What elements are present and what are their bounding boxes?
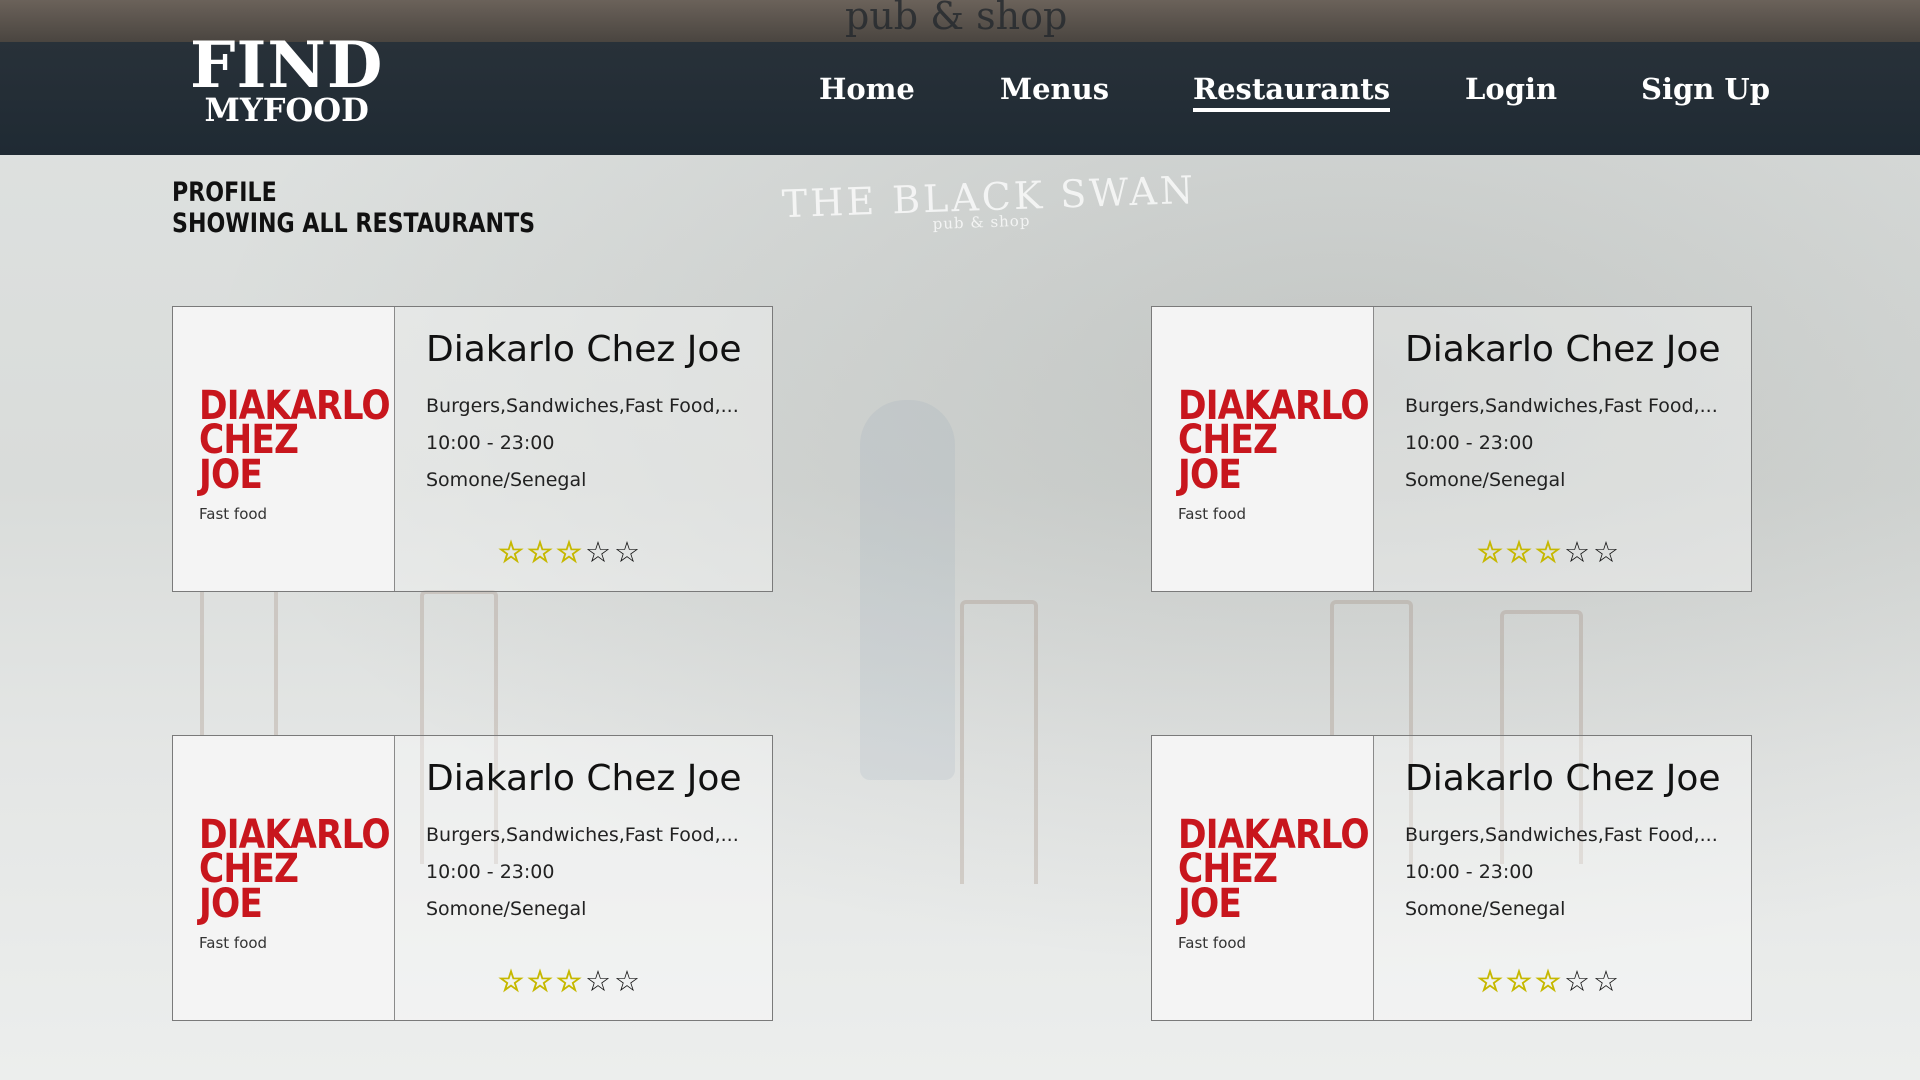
restaurant-hours: 10:00 - 23:00 — [1405, 432, 1534, 454]
restaurant-logo-tagline: Fast food — [1178, 505, 1247, 523]
logo-line-2: MYFOOD — [204, 91, 369, 129]
star-empty-icon: ☆ — [585, 537, 614, 569]
restaurant-logo-wordmark: DIAKARLO CHEZ JOE — [1178, 386, 1370, 495]
restaurant-logo-image[interactable]: DIAKARLO CHEZ JOE Fast food — [173, 736, 395, 1020]
restaurant-cuisines: Burgers,Sandwiches,Fast Food,... — [1405, 824, 1718, 846]
rating-stars: ☆☆☆☆☆ — [1477, 535, 1622, 570]
page-title-line-2: SHOWING ALL RESTAURANTS — [172, 208, 536, 240]
nav-home[interactable]: Home — [819, 72, 915, 106]
restaurant-info: Diakarlo Chez Joe Burgers,Sandwiches,Fas… — [426, 329, 762, 499]
star-empty-icon: ☆ — [614, 966, 643, 998]
restaurant-card[interactable]: DIAKARLO CHEZ JOE Fast food Diakarlo Che… — [172, 735, 773, 1021]
restaurant-card[interactable]: DIAKARLO CHEZ JOE Fast food Diakarlo Che… — [1151, 735, 1752, 1021]
star-filled-icon: ☆ — [498, 966, 527, 999]
restaurant-cuisines: Burgers,Sandwiches,Fast Food,... — [426, 395, 739, 417]
star-filled-icon: ☆ — [527, 966, 556, 999]
restaurant-name[interactable]: Diakarlo Chez Joe — [1405, 758, 1741, 799]
star-filled-icon: ☆ — [1535, 537, 1564, 570]
star-filled-icon: ☆ — [1477, 966, 1506, 999]
restaurant-logo-image[interactable]: DIAKARLO CHEZ JOE Fast food — [1152, 736, 1374, 1020]
nav-sign-up[interactable]: Sign Up — [1641, 72, 1770, 106]
logo-line-1: FIND — [190, 28, 384, 103]
background-sign: THE BLACK SWAN pub & shop — [781, 168, 1197, 238]
nav-login[interactable]: Login — [1465, 72, 1557, 106]
restaurant-name[interactable]: Diakarlo Chez Joe — [426, 758, 762, 799]
star-filled-icon: ☆ — [556, 537, 585, 570]
restaurant-logo-tagline: Fast food — [199, 934, 268, 952]
restaurant-logo-tagline: Fast food — [1178, 934, 1247, 952]
restaurant-logo-wordmark: DIAKARLO CHEZ JOE — [199, 386, 391, 495]
restaurant-location: Somone/Senegal — [426, 469, 587, 491]
nav-restaurants[interactable]: Restaurants — [1193, 72, 1391, 112]
star-empty-icon: ☆ — [614, 537, 643, 569]
restaurant-hours: 10:00 - 23:00 — [426, 432, 555, 454]
restaurant-hours: 10:00 - 23:00 — [1405, 861, 1534, 883]
page-title: PROFILE SHOWING ALL RESTAURANTS — [172, 177, 535, 240]
star-filled-icon: ☆ — [556, 966, 585, 999]
background-stool — [960, 600, 1038, 884]
star-empty-icon: ☆ — [1593, 966, 1622, 998]
restaurant-info: Diakarlo Chez Joe Burgers,Sandwiches,Fas… — [1405, 758, 1741, 928]
restaurant-logo-wordmark: DIAKARLO CHEZ JOE — [199, 815, 391, 924]
restaurant-name[interactable]: Diakarlo Chez Joe — [1405, 329, 1741, 370]
star-filled-icon: ☆ — [1506, 966, 1535, 999]
restaurant-location: Somone/Senegal — [1405, 469, 1566, 491]
restaurant-cuisines: Burgers,Sandwiches,Fast Food,... — [426, 824, 739, 846]
restaurant-location: Somone/Senegal — [426, 898, 587, 920]
restaurant-location: Somone/Senegal — [1405, 898, 1566, 920]
star-empty-icon: ☆ — [1593, 537, 1622, 569]
storefront-text: pub & shop — [845, 0, 1068, 38]
rating-stars: ☆☆☆☆☆ — [1477, 964, 1622, 999]
star-filled-icon: ☆ — [1506, 537, 1535, 570]
restaurant-logo-image[interactable]: DIAKARLO CHEZ JOE Fast food — [1152, 307, 1374, 591]
site-logo[interactable]: FIND MYFOOD — [190, 28, 384, 129]
star-filled-icon: ☆ — [1535, 966, 1564, 999]
site-header: pub & shop FIND MYFOOD Home Menus Restau… — [0, 0, 1920, 155]
restaurant-logo-tagline: Fast food — [199, 505, 268, 523]
star-empty-icon: ☆ — [585, 966, 614, 998]
star-filled-icon: ☆ — [1477, 537, 1506, 570]
restaurant-hours: 10:00 - 23:00 — [426, 861, 555, 883]
restaurant-cuisines: Burgers,Sandwiches,Fast Food,... — [1405, 395, 1718, 417]
restaurant-name[interactable]: Diakarlo Chez Joe — [426, 329, 762, 370]
restaurant-info: Diakarlo Chez Joe Burgers,Sandwiches,Fas… — [426, 758, 762, 928]
restaurant-logo-wordmark: DIAKARLO CHEZ JOE — [1178, 815, 1370, 924]
restaurant-card[interactable]: DIAKARLO CHEZ JOE Fast food Diakarlo Che… — [1151, 306, 1752, 592]
star-filled-icon: ☆ — [498, 537, 527, 570]
restaurant-info: Diakarlo Chez Joe Burgers,Sandwiches,Fas… — [1405, 329, 1741, 499]
background-figure — [860, 400, 955, 780]
restaurant-card[interactable]: DIAKARLO CHEZ JOE Fast food Diakarlo Che… — [172, 306, 773, 592]
rating-stars: ☆☆☆☆☆ — [498, 535, 643, 570]
page-title-line-1: PROFILE — [172, 177, 277, 208]
restaurant-logo-image[interactable]: DIAKARLO CHEZ JOE Fast food — [173, 307, 395, 591]
star-empty-icon: ☆ — [1564, 966, 1593, 998]
star-filled-icon: ☆ — [527, 537, 556, 570]
nav-menus[interactable]: Menus — [1000, 72, 1109, 106]
star-empty-icon: ☆ — [1564, 537, 1593, 569]
rating-stars: ☆☆☆☆☆ — [498, 964, 643, 999]
